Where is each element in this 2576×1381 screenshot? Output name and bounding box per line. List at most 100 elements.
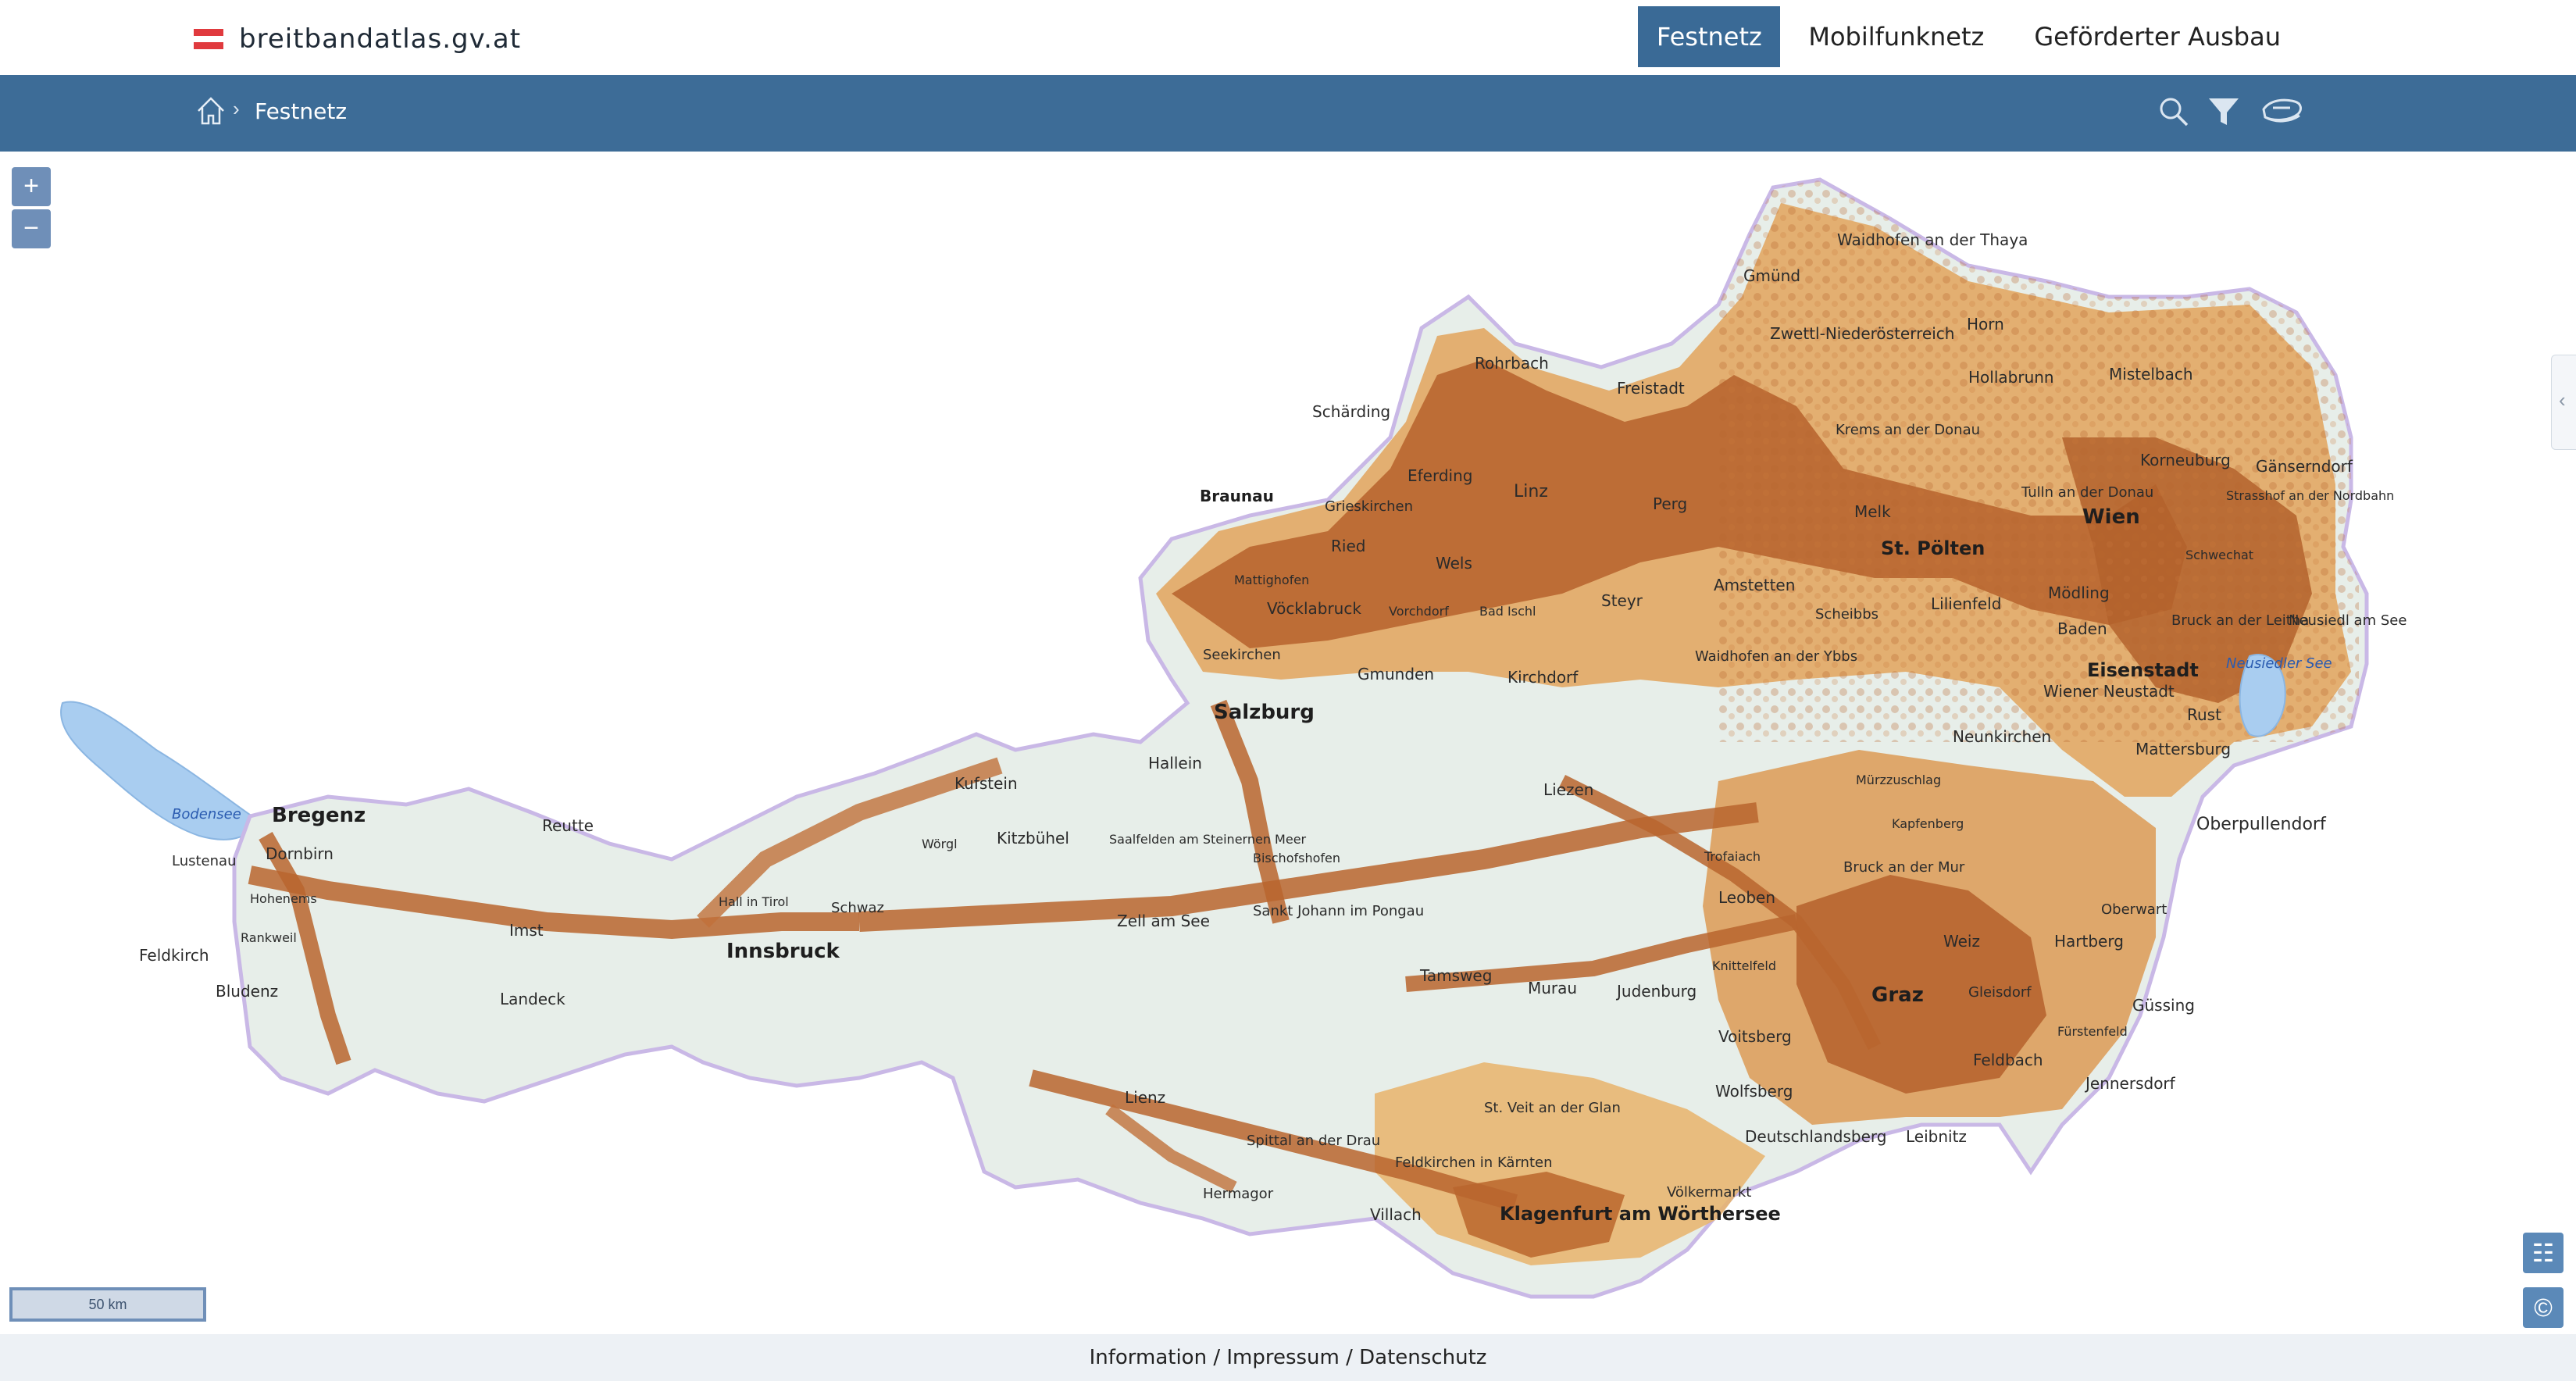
- place-label: Spittal an der Drau: [1247, 1133, 1380, 1149]
- place-label: Gänserndorf: [2256, 457, 2353, 476]
- place-label: Horn: [1967, 315, 2004, 334]
- chevron-right-icon: ›: [233, 97, 240, 120]
- side-panel-toggle[interactable]: ‹: [2551, 355, 2576, 450]
- place-label: Lilienfeld: [1931, 594, 2001, 613]
- place-label: Rohrbach: [1475, 354, 1549, 373]
- place-label: Hartberg: [2054, 932, 2124, 951]
- place-label: Wolfsberg: [1715, 1082, 1793, 1101]
- place-label: Bludenz: [216, 982, 278, 1001]
- main-nav: Festnetz Mobilfunknetz Geförderter Ausba…: [1638, 6, 2576, 67]
- breadcrumb-current: Festnetz: [255, 98, 348, 124]
- zoom-in-button[interactable]: +: [12, 167, 51, 206]
- place-label: Zell am See: [1117, 912, 1210, 930]
- place-label: Melk: [1854, 502, 1891, 521]
- coverage-map[interactable]: Bodensee Neusiedler See Bregenz Dornbirn…: [0, 152, 2576, 1334]
- place-label: Lustenau: [172, 853, 236, 869]
- place-label: Kitzbühel: [997, 829, 1069, 848]
- place-label: Lienz: [1125, 1088, 1165, 1107]
- place-label: Krems an der Donau: [1836, 422, 1980, 438]
- place-label: Kufstein: [954, 774, 1018, 793]
- place-label: Perg: [1653, 494, 1687, 513]
- place-label: Weiz: [1943, 932, 1980, 951]
- place-label: Hollabrunn: [1968, 368, 2054, 387]
- place-label: Liezen: [1543, 780, 1593, 799]
- place-label: St. Pölten: [1881, 537, 1985, 559]
- place-label: Baden: [2057, 619, 2107, 638]
- place-label: Bischofshofen: [1253, 851, 1340, 865]
- place-label: Imst: [509, 921, 544, 940]
- place-label: Oberpullendorf: [2196, 815, 2327, 834]
- breadcrumb-bar: › Festnetz: [0, 75, 2576, 152]
- search-icon[interactable]: [2154, 92, 2193, 131]
- place-label: Tamsweg: [1419, 966, 1492, 985]
- place-label: Vorchdorf: [1389, 604, 1449, 619]
- place-label: Seekirchen: [1203, 647, 1281, 663]
- place-label: Wiener Neustadt: [2043, 682, 2175, 701]
- place-label: Ried: [1331, 537, 1365, 555]
- place-label: Jennersdorf: [2084, 1074, 2176, 1093]
- place-label: Murau: [1528, 979, 1577, 997]
- place-label: Wörgl: [922, 837, 958, 851]
- place-label: Bad Ischl: [1479, 604, 1536, 619]
- place-label: Schärding: [1312, 402, 1390, 421]
- tab-mobilfunknetz[interactable]: Mobilfunknetz: [1786, 6, 2006, 67]
- site-name: breitbandatlas.gv.at: [239, 23, 522, 55]
- place-label: Scheibbs: [1815, 606, 1878, 623]
- place-label: Eisenstadt: [2087, 659, 2199, 681]
- water-label-bodensee: Bodensee: [172, 806, 241, 823]
- zoom-out-button[interactable]: −: [12, 209, 51, 248]
- place-label: Wels: [1436, 554, 1472, 573]
- water-label-neusiedler-see: Neusiedler See: [2226, 655, 2332, 672]
- legend-button[interactable]: ☷: [2523, 1233, 2564, 1273]
- tab-festnetz[interactable]: Festnetz: [1638, 6, 1781, 67]
- place-label: Knittelfeld: [1712, 958, 1776, 973]
- place-label: Deutschlandsberg: [1745, 1127, 1886, 1146]
- footer-links[interactable]: Information / Impressum / Datenschutz: [1090, 1346, 1487, 1369]
- place-label: Bregenz: [272, 804, 366, 827]
- layers-icon[interactable]: [2259, 92, 2306, 131]
- place-label: Mattersburg: [2135, 740, 2231, 758]
- austria-flag-icon: [194, 29, 223, 50]
- tab-gefoerderter-ausbau[interactable]: Geförderter Ausbau: [2012, 6, 2303, 67]
- copyright-button[interactable]: ©: [2523, 1287, 2564, 1328]
- place-label: Trofaiach: [1704, 849, 1761, 864]
- place-label: Villach: [1370, 1205, 1422, 1224]
- place-label: Hohenems: [250, 891, 317, 906]
- place-label: Freistadt: [1617, 379, 1685, 398]
- chevron-left-icon: ‹: [2559, 388, 2566, 412]
- place-label: Leibnitz: [1906, 1127, 1967, 1146]
- footer: Information / Impressum / Datenschutz: [0, 1334, 2576, 1381]
- place-label: Linz: [1514, 482, 1548, 501]
- place-label: Steyr: [1601, 591, 1643, 610]
- place-label: Tulln an der Donau: [2021, 484, 2153, 501]
- place-label: St. Veit an der Glan: [1484, 1100, 1621, 1116]
- site-logo[interactable]: breitbandatlas.gv.at: [194, 22, 521, 56]
- place-label: Mödling: [2048, 583, 2110, 602]
- place-label: Waidhofen an der Ybbs: [1695, 648, 1857, 665]
- place-label: Waidhofen an der Thaya: [1837, 230, 2028, 249]
- top-header: breitbandatlas.gv.at Festnetz Mobilfunkn…: [0, 0, 2576, 75]
- scale-bar: 50 km: [9, 1287, 206, 1322]
- place-label: Grieskirchen: [1325, 498, 1413, 515]
- place-label: Bruck an der Mur: [1843, 859, 1965, 876]
- place-label: Saalfelden am Steinernen Meer: [1109, 832, 1307, 847]
- place-label: Hallein: [1148, 754, 1202, 773]
- place-label: Dornbirn: [266, 844, 334, 863]
- place-label: Neunkirchen: [1953, 727, 2051, 746]
- place-label: Schwechat: [2185, 548, 2253, 562]
- place-label: Feldkirch: [139, 946, 209, 965]
- place-label: Völkermarkt: [1667, 1184, 1751, 1201]
- place-label: Leoben: [1718, 888, 1775, 907]
- place-label: Mattighofen: [1234, 573, 1309, 587]
- home-icon[interactable]: [194, 94, 228, 128]
- filter-icon[interactable]: [2204, 92, 2243, 131]
- place-label: Judenburg: [1615, 982, 1697, 1001]
- place-label: Güssing: [2132, 996, 2195, 1015]
- place-label: Sankt Johann im Pongau: [1253, 903, 1424, 919]
- place-label: Landeck: [500, 990, 566, 1008]
- austria-map-canvas[interactable]: Bodensee Neusiedler See Bregenz Dornbirn…: [0, 152, 2576, 1334]
- place-label: Feldbach: [1973, 1051, 2043, 1069]
- place-label: Amstetten: [1714, 576, 1795, 594]
- place-label: Eferding: [1408, 466, 1472, 485]
- place-label: Reutte: [542, 816, 594, 835]
